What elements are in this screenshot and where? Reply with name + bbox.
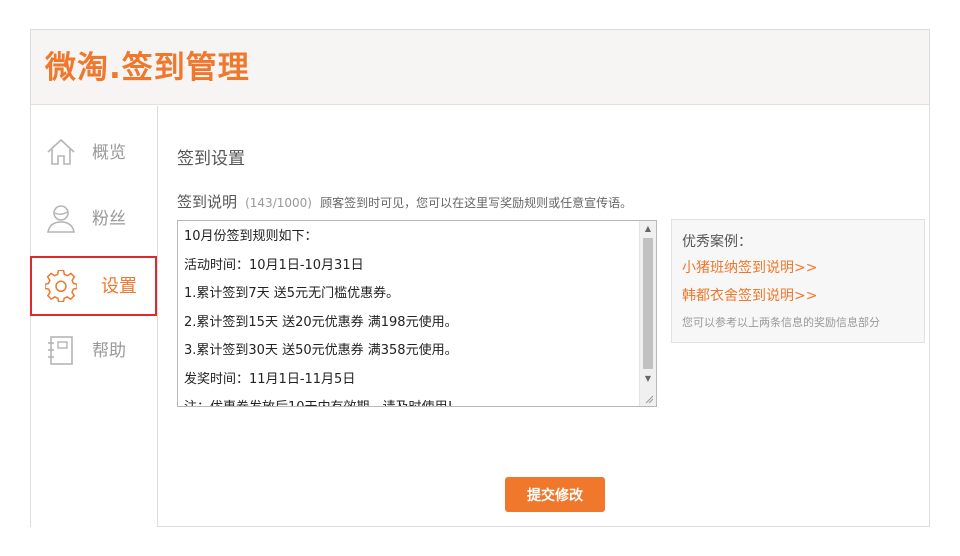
description-hint: 顾客签到时可见，您可以在这里写奖励规则或任意宣传语。: [320, 196, 633, 210]
section-title: 签到设置: [177, 149, 245, 169]
page-frame: 微淘.签到管理 概览 粉丝 设置 帮助 签到设置 签到说明 (143/1000)…: [30, 29, 930, 527]
sidebar-item-help[interactable]: 帮助: [31, 322, 157, 380]
submit-button[interactable]: 提交修改: [505, 477, 605, 512]
scroll-down-arrow-icon[interactable]: ▼: [640, 371, 656, 387]
app-header: 微淘.签到管理: [31, 30, 929, 105]
sidebar: 概览 粉丝 设置 帮助: [30, 106, 158, 527]
examples-title: 优秀案例：: [682, 234, 752, 250]
textarea-line: 3.累计签到30天 送50元优惠券 满358元使用。: [184, 343, 458, 358]
textarea-line: 注：优惠券发放后10天内有效期，请及时使用!: [184, 394, 636, 406]
sidebar-item-label: 粉丝: [92, 209, 126, 229]
home-icon: [47, 138, 75, 165]
app-title: 微淘.签到管理: [45, 50, 250, 86]
sidebar-item-settings[interactable]: 设置: [30, 256, 157, 316]
sidebar-item-overview[interactable]: 概览: [31, 124, 157, 182]
textarea-line: 活动时间：10月1日-10月31日: [184, 257, 364, 273]
textarea-line: 2.累计签到15天 送20元优惠券 满198元使用。: [184, 314, 458, 330]
textarea-line: 1.累计签到7天 送5元无门槛优惠券。: [184, 286, 400, 301]
sidebar-item-label: 设置: [101, 276, 137, 297]
scroll-thumb[interactable]: [643, 238, 653, 369]
example-link-xiaozhu[interactable]: 小猪班纳签到说明>>: [682, 258, 817, 278]
gear-icon: [45, 270, 77, 302]
example-link-handu[interactable]: 韩都衣舍签到说明>>: [682, 286, 817, 306]
description-label: 签到说明: [177, 193, 238, 211]
examples-note: 您可以参考以上两条信息的奖励信息部分: [682, 316, 880, 329]
main-content: 签到设置 签到说明 (143/1000) 顾客签到时可见，您可以在这里写奖励规则…: [159, 106, 929, 527]
notebook-icon: [48, 336, 73, 365]
sidebar-item-label: 概览: [92, 143, 126, 163]
scroll-up-arrow-icon[interactable]: ▲: [640, 221, 656, 237]
sidebar-item-label: 帮助: [92, 341, 126, 361]
resize-grip-icon[interactable]: [644, 394, 654, 404]
user-icon: [47, 205, 75, 233]
examples-panel: 优秀案例： 小猪班纳签到说明>> 韩都衣舍签到说明>> 您可以参考以上两条信息的…: [671, 219, 925, 343]
textarea-line: 发奖时间：11月1日-11月5日: [184, 371, 356, 387]
textarea-line: 10月份签到规则如下：: [184, 229, 318, 244]
description-label-row: 签到说明 (143/1000) 顾客签到时可见，您可以在这里写奖励规则或任意宣传…: [177, 192, 632, 213]
textarea-content[interactable]: 10月份签到规则如下： 活动时间：10月1日-10月31日 1.累计签到7天 送…: [184, 223, 636, 406]
character-count: (143/1000): [245, 196, 312, 210]
description-textarea[interactable]: 10月份签到规则如下： 活动时间：10月1日-10月31日 1.累计签到7天 送…: [177, 220, 657, 407]
sidebar-item-fans[interactable]: 粉丝: [31, 190, 157, 248]
textarea-scrollbar[interactable]: ▲ ▼: [639, 221, 656, 406]
